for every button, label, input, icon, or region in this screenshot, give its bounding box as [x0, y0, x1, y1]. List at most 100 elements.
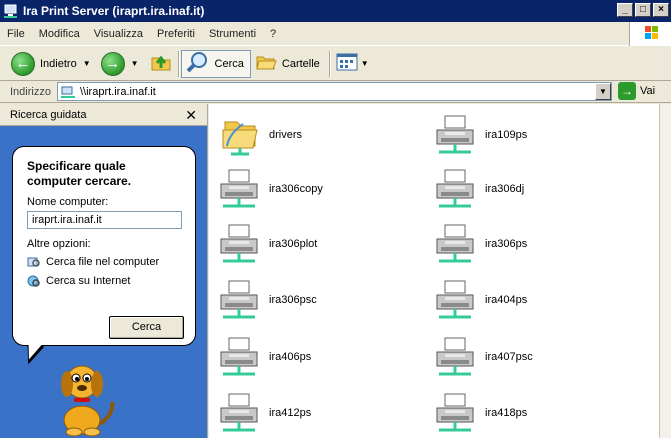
shared-printer-icon: [433, 112, 477, 158]
vertical-scrollbar[interactable]: [659, 104, 671, 438]
search-pane-body: Specificare quale computer cercare. Nome…: [0, 126, 207, 438]
network-computer-icon: [3, 3, 19, 19]
folder-item-drivers[interactable]: drivers: [217, 110, 302, 160]
minimize-button[interactable]: _: [617, 3, 633, 17]
search-files-icon: [27, 255, 41, 269]
search-internet-icon: [27, 274, 41, 288]
item-label: ira407psc: [485, 351, 533, 363]
search-label: Cerca: [214, 57, 244, 70]
item-label: ira404ps: [485, 294, 528, 306]
item-label: ira406ps: [269, 351, 312, 363]
shared-folder-icon: [217, 112, 261, 158]
printer-item[interactable]: ira418ps: [433, 388, 527, 438]
printer-item[interactable]: ira306ps: [433, 219, 527, 269]
window-title: Ira Print Server (iraprt.ira.inaf.it): [23, 4, 205, 18]
printer-item[interactable]: ira306dj: [433, 164, 524, 214]
address-bar: Indirizzo \\iraprt.ira.inaf.it ▼ → Vai: [0, 81, 671, 103]
menu-preferiti[interactable]: Preferiti: [150, 28, 202, 40]
search-prompt: Specificare quale computer cercare.: [27, 159, 132, 188]
item-label: ira306dj: [485, 183, 525, 195]
item-label: ira412ps: [269, 407, 312, 419]
address-dropdown-button[interactable]: ▼: [595, 83, 611, 100]
views-button[interactable]: ▼: [332, 50, 376, 78]
folders-button[interactable]: Cartelle: [251, 50, 327, 78]
network-share-icon: [61, 86, 75, 98]
shared-printer-icon: [217, 166, 261, 212]
back-arrow-icon: ←: [11, 51, 35, 76]
close-button[interactable]: ×: [653, 3, 669, 17]
file-list: drivers ira109ps ira306copy ira306dj ira…: [209, 104, 659, 438]
search-dog-icon: [52, 354, 120, 438]
back-label: Indietro: [40, 57, 77, 70]
menu-file[interactable]: File: [0, 28, 32, 40]
up-folder-icon: [149, 50, 173, 77]
search-button[interactable]: Cerca: [180, 49, 251, 78]
title-bar: Ira Print Server (iraprt.ira.inaf.it) _ …: [0, 0, 671, 22]
search-icon: [185, 50, 211, 77]
item-label: ira306ps: [485, 238, 528, 250]
search-internet-label: Cerca su Internet: [46, 275, 131, 287]
maximize-button[interactable]: □: [635, 3, 651, 17]
search-files-label: Cerca file nel computer: [46, 256, 160, 268]
printer-item[interactable]: ira306copy: [217, 164, 323, 214]
toolbar-separator: [328, 50, 330, 77]
address-label: Indirizzo: [10, 85, 51, 98]
menu-strumenti[interactable]: Strumenti: [202, 28, 263, 40]
search-pane-header: Ricerca guidata ✕: [0, 104, 207, 126]
shared-printer-icon: [433, 221, 477, 267]
shared-printer-icon: [433, 390, 477, 436]
forward-arrow-icon: →: [100, 51, 125, 76]
computer-name-label: Nome computer:: [27, 196, 109, 208]
toolbar-separator: [177, 50, 179, 77]
back-dropdown-icon[interactable]: ▼: [83, 59, 91, 68]
address-value: \\iraprt.ira.inaf.it: [80, 85, 156, 98]
other-options-label: Altre opzioni:: [27, 238, 91, 250]
shared-printer-icon: [433, 166, 477, 212]
shared-printer-icon: [433, 277, 477, 323]
item-label: ira109ps: [485, 129, 528, 141]
windows-logo-icon: [629, 22, 671, 46]
menu-modifica[interactable]: Modifica: [32, 28, 87, 40]
search-pane-title: Ricerca guidata: [10, 108, 87, 121]
shared-printer-icon: [217, 221, 261, 267]
printer-item[interactable]: ira404ps: [433, 275, 527, 325]
folders-icon: [254, 50, 278, 77]
menu-visualizza[interactable]: Visualizza: [87, 28, 150, 40]
shared-printer-icon: [217, 277, 261, 323]
folders-label: Cartelle: [281, 57, 320, 70]
shared-printer-icon: [217, 334, 261, 380]
menu-help[interactable]: ?: [263, 28, 283, 40]
search-files-link[interactable]: Cerca file nel computer: [27, 255, 183, 269]
search-submit-button[interactable]: Cerca: [109, 316, 184, 339]
item-label: ira306copy: [269, 183, 323, 195]
go-label: Vai: [640, 85, 656, 97]
printer-item[interactable]: ira109ps: [433, 110, 527, 160]
go-button[interactable]: → Vai: [618, 82, 655, 100]
printer-item[interactable]: ira407psc: [433, 332, 533, 382]
views-dropdown-icon[interactable]: ▼: [361, 59, 369, 68]
shared-printer-icon: [433, 334, 477, 380]
up-folder-button[interactable]: [146, 50, 176, 78]
item-label: ira306psc: [269, 294, 317, 306]
forward-button[interactable]: → ▼: [98, 50, 146, 78]
shared-printer-icon: [217, 390, 261, 436]
go-arrow-icon: →: [618, 82, 636, 100]
search-assistant-pane: Ricerca guidata ✕ Specificare quale comp…: [0, 104, 208, 438]
back-button[interactable]: ← Indietro ▼: [8, 50, 98, 78]
computer-name-input[interactable]: iraprt.ira.inaf.it: [27, 211, 182, 229]
printer-item[interactable]: ira406ps: [217, 332, 311, 382]
search-internet-link[interactable]: Cerca su Internet: [27, 274, 183, 288]
printer-item[interactable]: ira306plot: [217, 219, 317, 269]
menu-bar: File Modifica Visualizza Preferiti Strum…: [0, 22, 671, 46]
printer-item[interactable]: ira306psc: [217, 275, 317, 325]
search-balloon: Specificare quale computer cercare. Nome…: [12, 146, 196, 346]
close-icon[interactable]: ✕: [185, 107, 197, 124]
printer-item[interactable]: ira412ps: [217, 388, 311, 438]
views-icon: [335, 51, 359, 76]
forward-dropdown-icon[interactable]: ▼: [131, 59, 139, 68]
item-label: ira306plot: [269, 238, 318, 250]
address-input[interactable]: \\iraprt.ira.inaf.it ▼: [57, 82, 612, 101]
item-label: drivers: [269, 129, 303, 141]
toolbar: ← Indietro ▼ → ▼ Cerca Cartelle ▼: [0, 47, 671, 81]
item-label: ira418ps: [485, 407, 528, 419]
